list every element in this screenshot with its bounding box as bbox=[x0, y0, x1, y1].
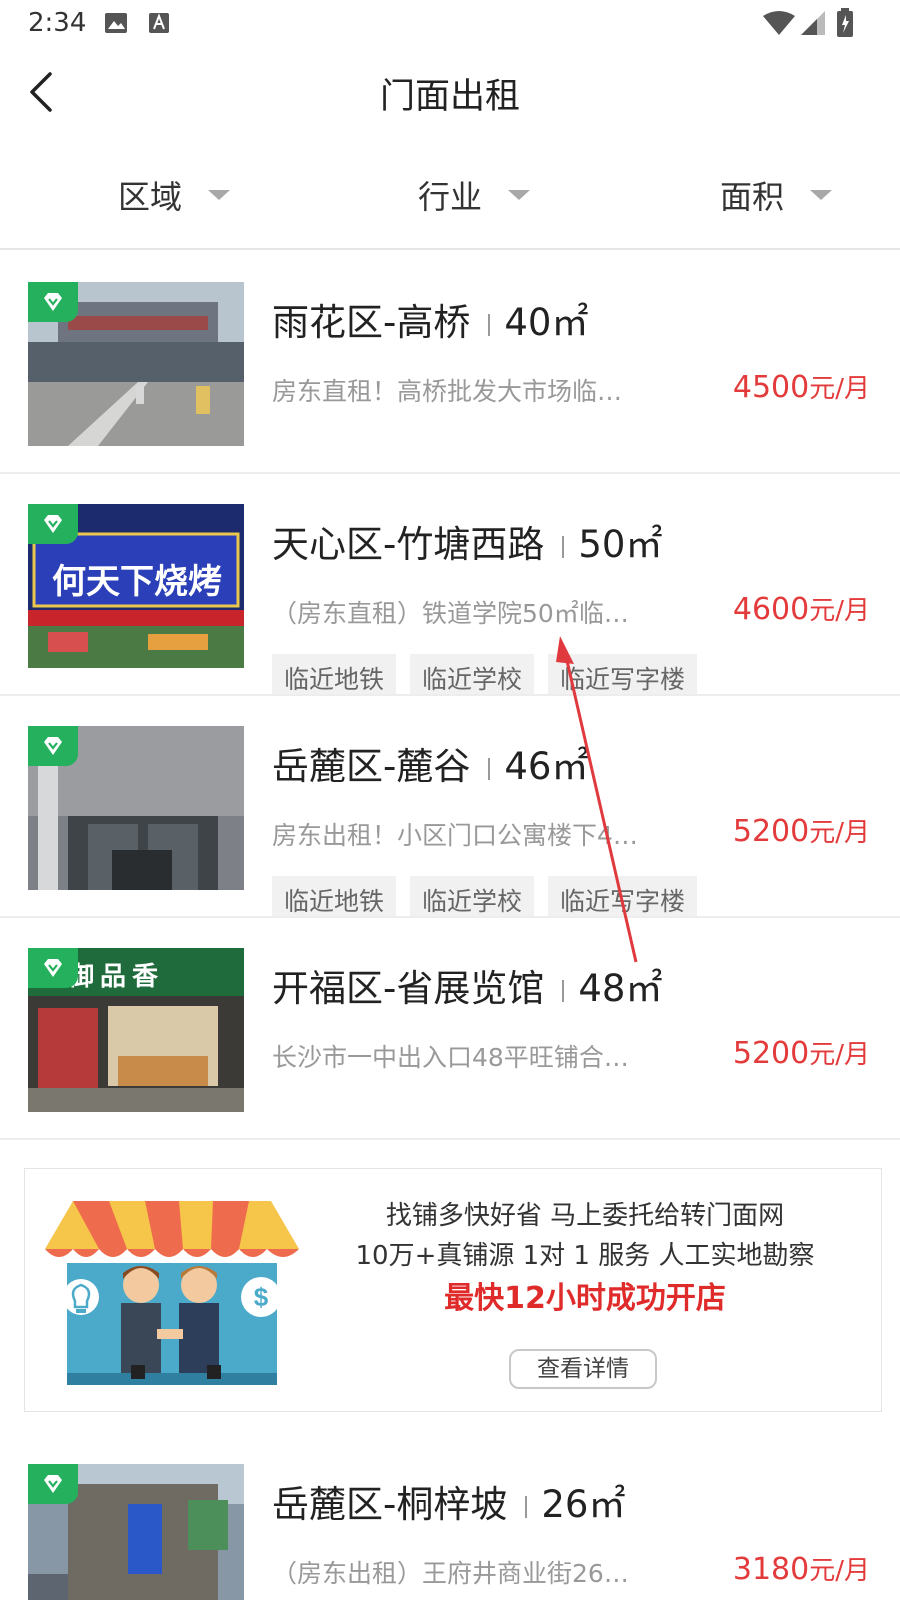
image-icon bbox=[104, 12, 128, 38]
dollar-icon: $ bbox=[239, 1275, 283, 1323]
title-separator bbox=[488, 313, 491, 336]
listing-area: 48㎡ bbox=[578, 967, 663, 1010]
listing-photo bbox=[28, 1464, 244, 1600]
title-separator bbox=[488, 757, 491, 780]
listing-desc: 房东出租！小区门口公寓楼下4… bbox=[272, 821, 638, 850]
filter-label: 区域 bbox=[118, 178, 183, 216]
filter-industry[interactable]: 行业 bbox=[418, 170, 531, 220]
verified-icon bbox=[28, 504, 78, 544]
listing-title: 岳麓区-麓谷 46㎡ bbox=[272, 736, 588, 790]
listing-district: 岳麓区-桐梓坡 bbox=[272, 1483, 508, 1526]
handshake-icon: $ bbox=[37, 1193, 307, 1397]
listing-photo: 何天下烧烤 bbox=[28, 504, 244, 668]
lightbulb-icon bbox=[61, 1277, 101, 1329]
listing-district: 雨花区-高桥 bbox=[272, 301, 471, 344]
price-unit: 元/月 bbox=[809, 1556, 870, 1586]
price-unit: 元/月 bbox=[809, 596, 870, 626]
filter-size[interactable]: 面积 bbox=[720, 170, 833, 220]
caret-down-icon bbox=[508, 190, 531, 200]
wifi-icon bbox=[762, 10, 796, 40]
tag-list: 临近地铁 临近学校 临近写字楼 bbox=[272, 654, 711, 694]
listing-price: 4600元/月 bbox=[733, 590, 870, 627]
listing-price: 5200元/月 bbox=[733, 812, 870, 849]
listing-price: 3180元/月 bbox=[733, 1550, 870, 1587]
listing-item[interactable]: 雨花区-高桥 40㎡ 房东直租！高桥批发大市场临… 4500元/月 bbox=[0, 254, 900, 474]
title-bar: 门面出租 bbox=[0, 48, 900, 140]
sign-text: 御品香 bbox=[68, 962, 165, 992]
status-bar: 2:34 bbox=[0, 0, 900, 48]
listing-title: 开福区-省展览馆 48㎡ bbox=[272, 958, 662, 1012]
listing-district: 开福区-省展览馆 bbox=[272, 967, 545, 1010]
title-separator bbox=[562, 979, 565, 1002]
listing-area: 26㎡ bbox=[541, 1483, 626, 1526]
price-value: 4600 bbox=[732, 592, 810, 627]
title-separator bbox=[562, 535, 565, 558]
listing-title: 天心区-竹塘西路 50㎡ bbox=[272, 514, 662, 568]
price-unit: 元/月 bbox=[809, 1040, 870, 1070]
listing-district: 岳麓区-麓谷 bbox=[272, 745, 471, 788]
tag: 临近学校 bbox=[410, 654, 535, 694]
listing-item[interactable]: 何天下烧烤 天心区-竹塘西路 50㎡ （房东直租）铁道学院50㎡临… 4600元/… bbox=[0, 476, 900, 696]
verified-icon bbox=[28, 282, 78, 322]
filter-bar: 区域 行业 面积 bbox=[0, 140, 900, 250]
svg-text:$: $ bbox=[254, 1282, 269, 1312]
listing-title: 岳麓区-桐梓坡 26㎡ bbox=[272, 1474, 625, 1528]
listing-price: 4500元/月 bbox=[733, 368, 870, 405]
filter-label: 面积 bbox=[720, 178, 785, 216]
tag: 临近地铁 bbox=[272, 654, 397, 694]
banner-line-3: 最快12小时成功开店 bbox=[444, 1281, 726, 1316]
listing-price: 5200元/月 bbox=[733, 1034, 870, 1071]
view-details-button[interactable]: 查看详情 bbox=[509, 1349, 657, 1389]
listing-district: 天心区-竹塘西路 bbox=[272, 523, 545, 566]
a-icon bbox=[148, 12, 170, 38]
price-unit: 元/月 bbox=[809, 818, 870, 848]
filter-label: 行业 bbox=[418, 178, 483, 216]
tag: 临近写字楼 bbox=[548, 654, 698, 694]
listing-desc: 长沙市一中出入口48平旺铺合… bbox=[272, 1043, 629, 1072]
price-value: 4500 bbox=[732, 370, 810, 405]
listing-photo bbox=[28, 726, 244, 890]
caret-down-icon bbox=[810, 190, 833, 200]
listing-item[interactable]: 岳麓区-麓谷 46㎡ 房东出租！小区门口公寓楼下4… 5200元/月 临近地铁 临… bbox=[0, 698, 900, 918]
listing-photo bbox=[28, 282, 244, 446]
tag: 临近写字楼 bbox=[548, 876, 698, 916]
listing-area: 46㎡ bbox=[504, 745, 589, 788]
listing-photo: 御品香 bbox=[28, 948, 244, 1112]
banner-line-1: 找铺多快好省 马上委托给转门面网 bbox=[385, 1201, 785, 1231]
price-unit: 元/月 bbox=[809, 374, 870, 404]
promo-banner[interactable]: $ 找铺多快好省 马上委托给转门面网 10万+真铺源 1对 1 服务 人工实地勘… bbox=[24, 1168, 882, 1412]
listing-item[interactable]: 岳麓区-桐梓坡 26㎡ （房东出租）王府井商业街26… 3180元/月 bbox=[0, 1436, 900, 1600]
status-time: 2:34 bbox=[28, 8, 87, 38]
listing-title: 雨花区-高桥 40㎡ bbox=[272, 292, 588, 346]
caret-down-icon bbox=[208, 190, 231, 200]
verified-icon bbox=[28, 726, 78, 766]
page-title: 门面出租 bbox=[379, 77, 520, 117]
title-separator bbox=[525, 1495, 528, 1518]
tag: 临近学校 bbox=[410, 876, 535, 916]
listing-desc: （房东直租）铁道学院50㎡临… bbox=[272, 599, 629, 628]
banner-line-2: 10万+真铺源 1对 1 服务 人工实地勘察 bbox=[355, 1241, 815, 1271]
battery-icon bbox=[836, 8, 854, 42]
tag: 临近地铁 bbox=[272, 876, 397, 916]
verified-icon bbox=[28, 948, 78, 988]
listing-item[interactable]: 御品香 开福区-省展览馆 48㎡ 长沙市一中出入口48平旺铺合… 5200元/月 bbox=[0, 920, 900, 1140]
sign-text: 何天下烧烤 bbox=[52, 562, 222, 602]
price-value: 5200 bbox=[732, 814, 810, 849]
listing-area: 50㎡ bbox=[578, 523, 663, 566]
signal-icon bbox=[800, 10, 826, 40]
price-value: 5200 bbox=[732, 1036, 810, 1071]
filter-area-region[interactable]: 区域 bbox=[118, 170, 231, 220]
listing-desc: 房东直租！高桥批发大市场临… bbox=[272, 377, 623, 406]
tag-list: 临近地铁 临近学校 临近写字楼 bbox=[272, 876, 711, 916]
price-value: 3180 bbox=[732, 1552, 810, 1587]
verified-icon bbox=[28, 1464, 78, 1504]
listing-area: 40㎡ bbox=[504, 301, 589, 344]
listing-desc: （房东出租）王府井商业街26… bbox=[272, 1559, 629, 1588]
